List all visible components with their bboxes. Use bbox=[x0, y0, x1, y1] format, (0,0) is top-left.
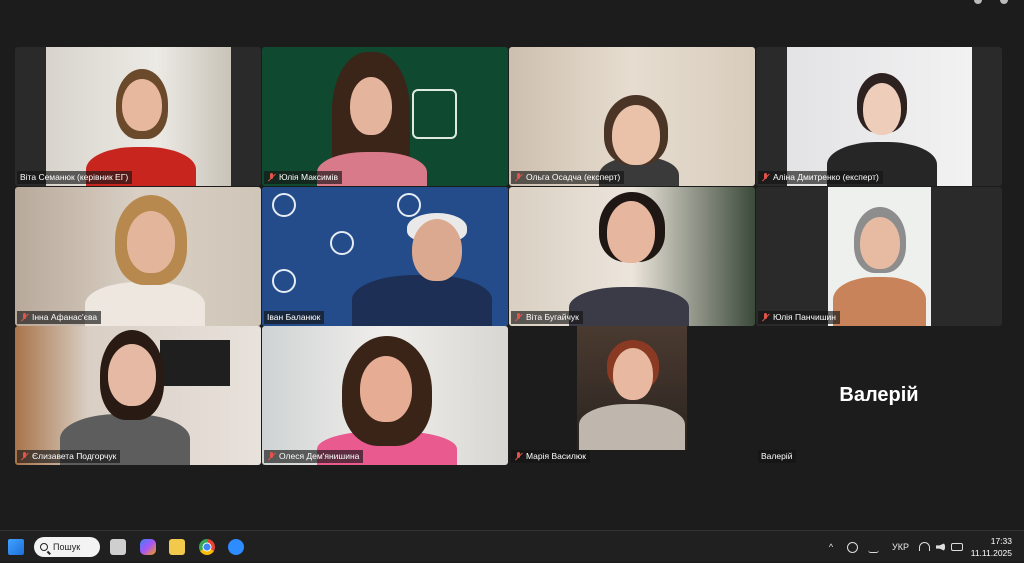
mic-off-icon bbox=[267, 173, 276, 182]
participant-name-tag: Інна Афанас'єва bbox=[17, 311, 102, 324]
participant-tile[interactable]: Юлія Максимів bbox=[262, 47, 508, 186]
mic-off-icon bbox=[514, 313, 523, 322]
window-control-icon[interactable] bbox=[1000, 0, 1008, 4]
participant-name-tag: Юлія Панчишин bbox=[758, 311, 840, 324]
participant-display-name: Валерій bbox=[839, 384, 919, 406]
participant-video bbox=[828, 187, 931, 326]
zoom-icon[interactable] bbox=[228, 539, 244, 555]
windows-taskbar: Пошук ^ УКР 17:33 11.11.2025 bbox=[0, 530, 1024, 562]
volume-icon[interactable] bbox=[936, 543, 945, 551]
participant-name-tag: Віта Семанюк (керівник ЕГ) bbox=[17, 171, 133, 184]
participant-name-tag: Валерій bbox=[758, 450, 797, 463]
participant-tile[interactable]: Інна Афанас'єва bbox=[15, 187, 261, 326]
search-label: Пошук bbox=[53, 542, 81, 552]
participant-video bbox=[509, 47, 755, 186]
language-indicator[interactable]: УКР bbox=[892, 531, 909, 563]
file-explorer-icon[interactable] bbox=[169, 539, 185, 555]
pen-icon[interactable] bbox=[868, 542, 879, 553]
participant-name: Аліна Дмитренко (експерт) bbox=[773, 172, 879, 182]
clock-time: 17:33 bbox=[990, 536, 1012, 546]
participant-video bbox=[787, 47, 972, 186]
participant-name-tag: Юлія Максимів bbox=[264, 171, 342, 184]
taskbar-search[interactable]: Пошук bbox=[34, 537, 100, 557]
mic-off-icon bbox=[267, 452, 276, 461]
battery-icon[interactable] bbox=[951, 543, 963, 551]
participant-name-tag: Єлизавета Подгорчук bbox=[17, 450, 121, 463]
participant-tile[interactable]: Віта Бугайчук bbox=[509, 187, 755, 326]
participant-video bbox=[577, 326, 687, 450]
participant-name-tag: Віта Бугайчук bbox=[511, 311, 583, 324]
participant-name-tag: Аліна Дмитренко (експерт) bbox=[758, 171, 883, 184]
participant-name: Віта Бугайчук bbox=[526, 312, 579, 322]
participant-name: Іван Баланюк bbox=[267, 312, 321, 322]
participant-tile[interactable]: Віта Семанюк (керівник ЕГ) bbox=[15, 47, 261, 186]
participant-video bbox=[262, 187, 508, 326]
participant-video bbox=[15, 187, 261, 326]
search-icon bbox=[40, 543, 48, 551]
participant-tile[interactable]: Єлизавета Подгорчук bbox=[15, 326, 261, 465]
participant-name-tag: Іван Баланюк bbox=[264, 311, 325, 324]
system-tray: ^ bbox=[826, 531, 836, 563]
sync-icon[interactable] bbox=[847, 542, 858, 553]
mic-off-icon bbox=[761, 173, 770, 182]
participant-video bbox=[15, 326, 261, 465]
mic-off-icon bbox=[761, 313, 770, 322]
mic-off-icon bbox=[20, 313, 29, 322]
mic-off-icon bbox=[20, 452, 29, 461]
taskbar-clock[interactable]: 17:33 11.11.2025 bbox=[971, 535, 1012, 559]
language-label: УКР bbox=[892, 542, 909, 552]
chrome-icon[interactable] bbox=[199, 539, 215, 555]
windows-start-icon[interactable] bbox=[8, 539, 24, 555]
participant-video bbox=[509, 187, 755, 326]
participant-tile[interactable]: Ольга Осадча (експерт) bbox=[509, 47, 755, 186]
participant-name: Єлизавета Подгорчук bbox=[32, 451, 117, 461]
participant-video bbox=[46, 47, 231, 186]
participant-video bbox=[262, 326, 508, 465]
meeting-window: Віта Семанюк (керівник ЕГ) Юлія Максимів bbox=[0, 0, 1024, 530]
participant-name: Олеся Дем'янишина bbox=[279, 451, 360, 461]
participant-video bbox=[262, 47, 508, 186]
participant-name: Юлія Максимів bbox=[279, 172, 338, 182]
participant-tile[interactable]: Юлія Панчишин bbox=[756, 187, 1002, 326]
participant-tile[interactable]: Аліна Дмитренко (експерт) bbox=[756, 47, 1002, 186]
participant-name: Інна Афанас'єва bbox=[32, 312, 98, 322]
participant-name: Валерій bbox=[761, 451, 793, 461]
participant-name: Віта Семанюк (керівник ЕГ) bbox=[20, 172, 129, 182]
video-grid: Віта Семанюк (керівник ЕГ) Юлія Максимів bbox=[15, 47, 1003, 465]
mic-off-icon bbox=[514, 452, 523, 461]
participant-tile-no-video[interactable]: Валерій Валерій bbox=[756, 326, 1002, 465]
participant-name: Ольга Осадча (експерт) bbox=[526, 172, 621, 182]
chevron-up-icon[interactable]: ^ bbox=[826, 542, 836, 552]
wifi-icon[interactable] bbox=[919, 542, 930, 551]
participant-name: Юлія Панчишин bbox=[773, 312, 836, 322]
participant-tile[interactable]: Марія Василюк bbox=[509, 326, 755, 465]
clock-date: 11.11.2025 bbox=[970, 548, 1012, 558]
participant-tile[interactable]: Олеся Дем'янишина bbox=[262, 326, 508, 465]
task-view-icon[interactable] bbox=[110, 539, 126, 555]
participant-name-tag: Олеся Дем'янишина bbox=[264, 450, 364, 463]
participant-name-tag: Марія Василюк bbox=[511, 450, 590, 463]
copilot-icon[interactable] bbox=[140, 539, 156, 555]
participant-tile-active-speaker[interactable]: Іван Баланюк bbox=[262, 187, 508, 326]
participant-name: Марія Василюк bbox=[526, 451, 586, 461]
participant-name-tag: Ольга Осадча (експерт) bbox=[511, 171, 625, 184]
window-control-icon[interactable] bbox=[974, 0, 982, 4]
mic-off-icon bbox=[514, 173, 523, 182]
